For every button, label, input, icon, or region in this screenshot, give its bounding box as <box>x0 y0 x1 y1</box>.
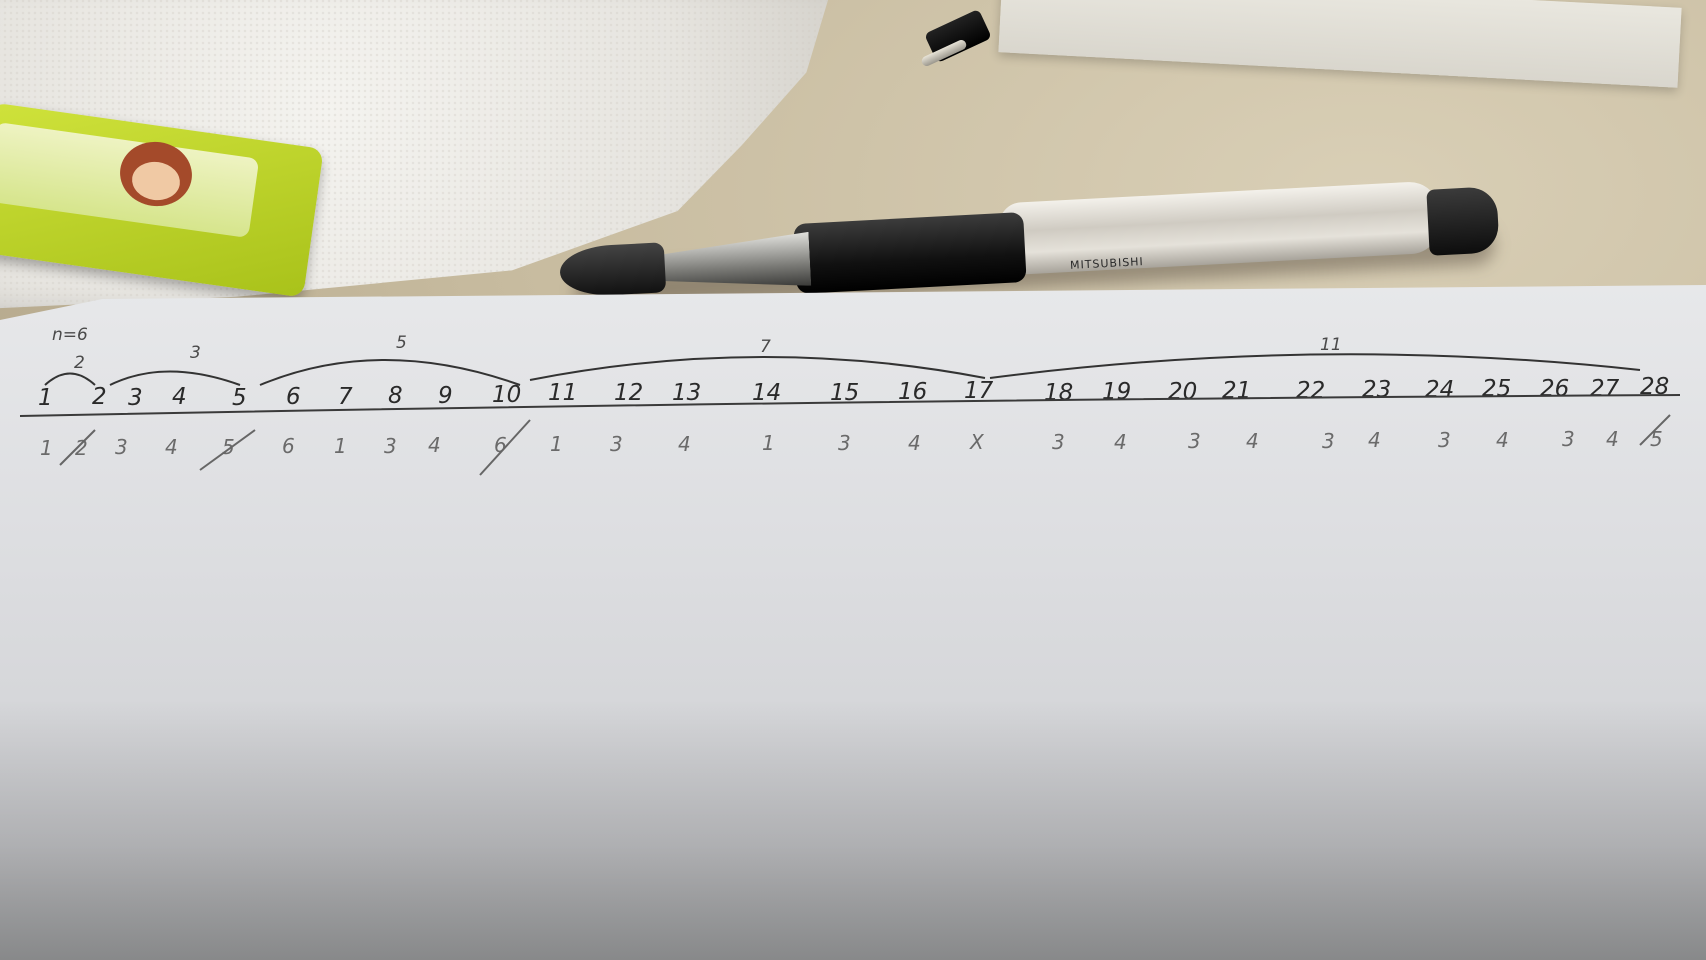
bottom-number: 3 <box>1322 429 1335 453</box>
top-number: 8 <box>388 383 403 409</box>
group-label: 7 <box>760 337 771 357</box>
group-label: 5 <box>396 333 407 353</box>
bottom-number: 4 <box>1368 428 1381 452</box>
group-labels: 2 3 5 7 11 <box>74 333 1342 373</box>
bottom-number: 4 <box>678 432 691 456</box>
number-row-top: 1 2 3 4 5 6 7 8 9 10 11 12 13 14 15 16 17 18 19 20 21 22 23 24 2… <box>38 374 1669 411</box>
bottom-number: X <box>969 430 985 454</box>
top-number: 13 <box>672 380 701 406</box>
bottom-number: 1 <box>550 432 563 456</box>
bottom-number: 1 <box>334 434 347 458</box>
top-number: 24 <box>1425 377 1454 403</box>
top-number: 10 <box>492 382 521 408</box>
top-number: 23 <box>1362 377 1391 403</box>
photo-scene: MITSUBISHI n=6 2 3 5 7 11 1 2 3 4 5 6 7 8 9 10 11 12 13 1… <box>0 0 1706 960</box>
top-number: 7 <box>338 384 353 410</box>
cross-mark <box>479 419 531 476</box>
heading-n: n=6 <box>52 325 88 345</box>
bottom-number: 4 <box>1246 429 1259 453</box>
top-number: 9 <box>438 383 453 409</box>
number-row-bottom: 1234561346134134X34343434345 <box>40 427 1663 460</box>
top-number: 5 <box>232 385 247 411</box>
bottom-number: 3 <box>115 435 128 459</box>
top-number: 11 <box>548 380 577 406</box>
top-number: 1 <box>38 385 53 411</box>
group-label: 11 <box>1320 335 1342 355</box>
bottom-number: 3 <box>838 431 851 455</box>
bottom-number: 3 <box>1188 429 1201 453</box>
bottom-number: 3 <box>1562 427 1575 451</box>
top-number: 20 <box>1168 379 1197 405</box>
bottom-number: 3 <box>610 432 623 456</box>
bottom-number: 5 <box>1650 427 1663 451</box>
top-number: 4 <box>172 384 187 410</box>
top-number: 2 <box>92 384 107 410</box>
bottom-number: 3 <box>1438 428 1451 452</box>
bottom-number: 4 <box>428 433 441 457</box>
top-number: 21 <box>1222 378 1251 404</box>
top-number: 26 <box>1540 376 1569 402</box>
bottom-number: 4 <box>1606 427 1619 451</box>
top-number: 22 <box>1296 378 1325 404</box>
top-number: 25 <box>1482 376 1511 402</box>
bottom-number: 4 <box>908 431 921 455</box>
bottom-number: 1 <box>762 431 775 455</box>
group-label: 2 <box>74 353 85 373</box>
bottom-number: 4 <box>165 435 178 459</box>
bottom-number: 3 <box>1052 430 1065 454</box>
top-number: 12 <box>614 380 643 406</box>
top-number: 14 <box>752 380 781 406</box>
top-number: 3 <box>128 385 143 411</box>
top-number: 27 <box>1590 376 1620 402</box>
bottom-number: 4 <box>1114 430 1127 454</box>
top-number: 19 <box>1102 379 1131 405</box>
handwritten-notes: n=6 2 3 5 7 11 1 2 3 4 5 6 7 8 9 10 11 12 13 14 15 16 17 18 19… <box>19 325 1681 476</box>
bottom-number: 6 <box>282 434 295 458</box>
bottom-number: 4 <box>1496 428 1509 452</box>
top-number: 18 <box>1044 380 1073 406</box>
group-label: 3 <box>190 343 201 363</box>
bottom-number: 1 <box>40 436 53 460</box>
bottom-number: 3 <box>384 434 397 458</box>
top-number: 6 <box>286 384 301 410</box>
